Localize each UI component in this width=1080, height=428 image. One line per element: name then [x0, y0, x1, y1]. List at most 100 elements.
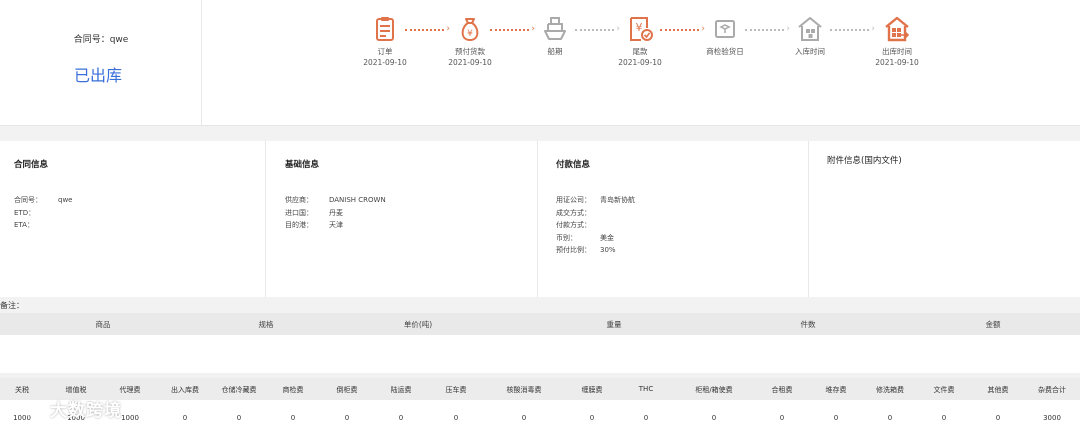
field-value: 美金 [600, 233, 614, 242]
contract-summary: 合同号：qwe 已出库 [0, 0, 202, 126]
progress-header: 合同号：qwe 已出库 订单 2021-09-10 › ¥ 预付货款 2021-… [0, 0, 1080, 126]
field-label: 付款方式： [556, 221, 591, 229]
watermark-text: 大数跨境 [50, 400, 122, 421]
order-clipboard-icon [376, 17, 394, 41]
step-date: 2021-09-10 [448, 58, 492, 67]
step-warehouse-out[interactable]: 出库时间 2021-09-10 [852, 14, 942, 67]
fee-value: 0 [995, 414, 1001, 422]
money-bag-icon: ¥ [461, 18, 479, 42]
field-label: 目的港： [285, 221, 313, 229]
fee-value: 0 [290, 414, 296, 422]
fee-value: 0 [344, 414, 350, 422]
field-value: 丹麦 [329, 208, 343, 217]
column-header: 商品 [95, 320, 111, 329]
column-header: 核酸消毒费 [506, 386, 542, 394]
column-header: 杂费合计 [1038, 386, 1066, 394]
fee-value: 0 [887, 414, 893, 422]
column-header: 件数 [800, 320, 816, 329]
fee-value: 0 [941, 414, 947, 422]
product-table-header: 商品 规格 单价(吨) 重量 件数 金额 [0, 313, 1080, 335]
info-panels: 合同信息 合同号： qwe ETD： ETA： 基础信息 供应商： DANISH C… [0, 141, 1080, 297]
watermark: 大数跨境 [6, 394, 122, 422]
info-row: 进口国： 丹麦 [285, 208, 386, 221]
step-date: 2021-09-10 [618, 58, 662, 67]
fee-value: 0 [182, 414, 188, 422]
field-label: 预付比例： [556, 246, 591, 254]
step-name: 预付货款 [455, 47, 485, 56]
step-balance[interactable]: ¥ 尾款 2021-09-10 [595, 14, 685, 67]
yuan-receipt-check-icon: ¥ [630, 17, 653, 41]
fee-value: 0 [643, 414, 649, 422]
step-name: 船期 [547, 47, 563, 56]
panel-title: 附件信息(国内文件) [827, 156, 902, 166]
field-label: 币别： [556, 233, 577, 242]
column-header: 倒柜费 [336, 386, 358, 394]
warehouse-in-icon [798, 17, 822, 41]
column-header: 合租费 [771, 386, 793, 394]
fee-table: 关税 增值税 代理费 出入库费 仓储冷藏费 商检费 倒柜费 陆运费 压车费 核酸… [0, 378, 1080, 428]
field-value: 30% [600, 246, 616, 254]
column-header: THC [638, 385, 654, 393]
fee-value: 0 [779, 414, 785, 422]
column-header: 代理费 [119, 386, 141, 394]
field-label: 用证公司： [556, 196, 591, 204]
info-row: 用证公司： 青岛新协航 [556, 195, 635, 208]
contract-info-panel: 合同信息 合同号： qwe ETD： ETA： [0, 141, 266, 297]
step-warehouse-in[interactable]: 入库时间 [765, 14, 855, 58]
info-row: 供应商： DANISH CROWN [285, 195, 386, 208]
column-header: 出入库费 [171, 386, 199, 394]
step-inspection[interactable]: 商检验货日 [680, 14, 770, 58]
field-value: DANISH CROWN [329, 196, 386, 204]
column-header: 缠膜费 [581, 386, 603, 394]
step-name: 出库时间 [882, 47, 912, 56]
column-header: 商检费 [282, 386, 304, 394]
step-name: 商检验货日 [706, 47, 744, 56]
fee-value: 0 [833, 414, 839, 422]
ship-icon [544, 17, 566, 40]
info-row: 成交方式： [556, 208, 635, 221]
info-row: 预付比例： 30% [556, 245, 635, 258]
svg-text:¥: ¥ [636, 21, 643, 34]
info-row: ETA： [14, 220, 72, 233]
info-row: ETD： [14, 208, 72, 221]
step-prepayment[interactable]: ¥ 预付货款 2021-09-10 [425, 14, 515, 67]
warehouse-out-icon [885, 16, 910, 42]
product-table-body [0, 335, 1080, 373]
fee-table-header: 关税 增值税 代理费 出入库费 仓储冷藏费 商检费 倒柜费 陆运费 压车费 核酸… [0, 378, 1080, 400]
column-header: 仓储冷藏费 [221, 386, 257, 394]
panel-title: 基础信息 [285, 160, 320, 170]
field-value: qwe [58, 196, 73, 204]
inspection-box-icon [715, 20, 735, 38]
attachment-info-panel: 附件信息(国内文件) [813, 141, 1080, 297]
field-label: ETA： [14, 221, 34, 229]
column-header: 压车费 [445, 386, 467, 394]
column-header: 金额 [985, 320, 1001, 329]
step-name: 订单 [377, 47, 393, 56]
contract-number: 合同号：qwe [73, 35, 129, 45]
progress-steps: 订单 2021-09-10 › ¥ 预付货款 2021-09-10 › 船期 ›… [340, 14, 960, 84]
info-row: 目的港： 天津 [285, 220, 386, 233]
svg-text:¥: ¥ [467, 29, 473, 39]
field-value: 青岛新协航 [600, 196, 635, 204]
info-row: 付款方式： [556, 220, 635, 233]
column-header: 堆存费 [825, 386, 847, 394]
step-order[interactable]: 订单 2021-09-10 [340, 14, 430, 67]
fee-value: 1000 [121, 414, 139, 422]
info-row: 合同号： qwe [14, 195, 72, 208]
basic-info-panel: 基础信息 供应商： DANISH CROWN 进口国： 丹麦 目的港： 天津 [271, 141, 538, 297]
column-header: 其他费 [987, 386, 1009, 394]
column-header: 文件费 [933, 386, 955, 394]
column-header: 规格 [258, 320, 274, 329]
step-date: 2021-09-10 [363, 58, 407, 67]
payment-info-panel: 付款信息 用证公司： 青岛新协航 成交方式： 付款方式： 币别： 美金 预付比例： 3… [542, 141, 809, 297]
fee-total-value: 3000 [1043, 414, 1061, 422]
step-name: 尾款 [632, 47, 648, 56]
field-label: 供应商： [285, 196, 313, 204]
column-header: 陆运费 [390, 386, 412, 394]
watermark-logo-icon [8, 400, 46, 416]
info-row: 币别： 美金 [556, 233, 635, 246]
field-label: 成交方式： [556, 208, 591, 217]
remark-label: 备注： [0, 301, 24, 310]
step-shipping[interactable]: 船期 [510, 14, 600, 58]
panel-title: 合同信息 [14, 160, 49, 170]
